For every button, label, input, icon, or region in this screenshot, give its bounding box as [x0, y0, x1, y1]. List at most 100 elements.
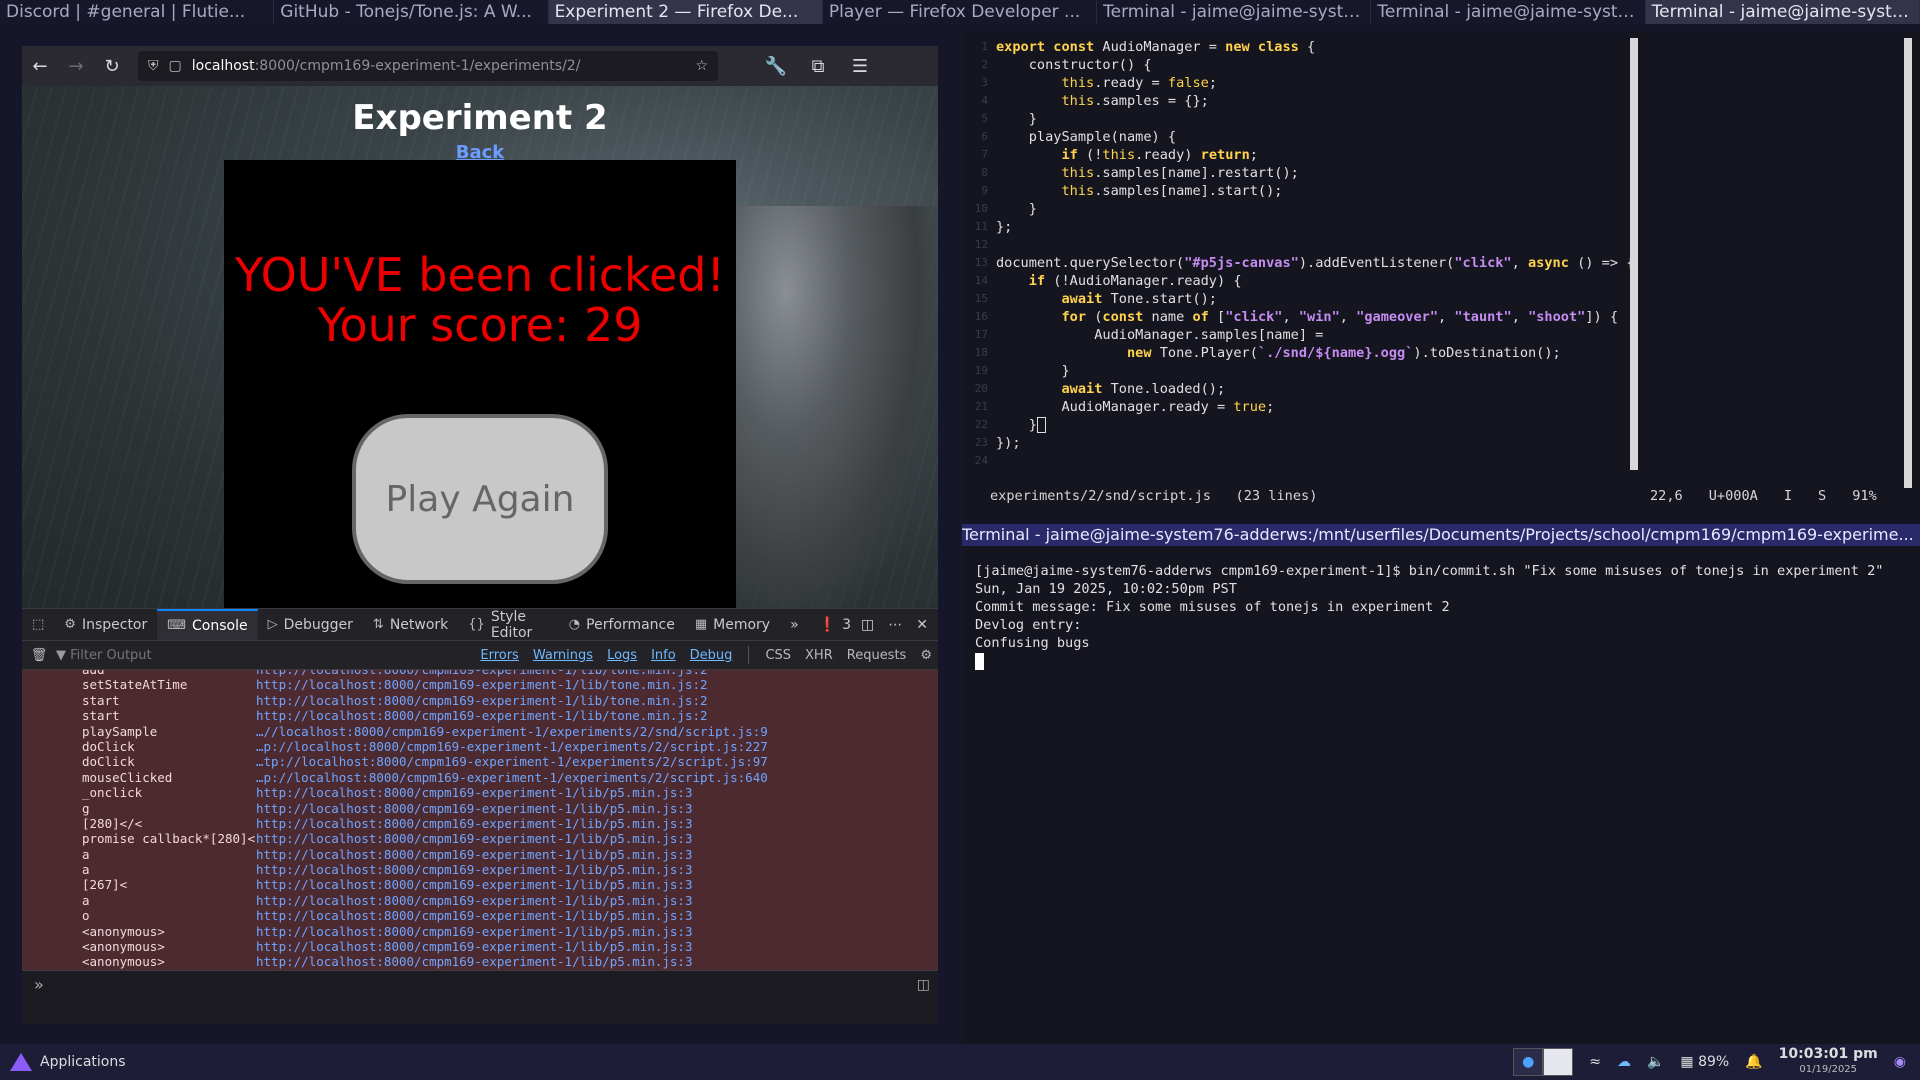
trace-location-link[interactable]: http://localhost:8000/cmpm169-experiment…: [256, 939, 693, 954]
trace-location-link[interactable]: …//localhost:8000/cmpm169-experiment-1/e…: [256, 724, 768, 739]
window-tab-terminal-3[interactable]: Terminal - jaime@jaime-system76-ad...: [1645, 0, 1920, 24]
more-options-icon[interactable]: ⋯: [888, 617, 902, 633]
window-tab-github[interactable]: GitHub - Tonejs/Tone.js: A W...: [274, 0, 549, 24]
update-icon[interactable]: ☁: [1617, 1054, 1631, 1070]
filter-xhr-button[interactable]: XHR: [799, 646, 839, 665]
tab-inspector-label: Inspector: [81, 616, 148, 633]
code-line: 10 }: [962, 200, 1920, 218]
trace-location-link[interactable]: http://localhost:8000/cmpm169-experiment…: [256, 785, 693, 800]
code-editor[interactable]: 1 export const AudioManager = new class {…: [962, 32, 1920, 470]
trace-location-link[interactable]: http://localhost:8000/cmpm169-experiment…: [256, 862, 693, 877]
filter-info-button[interactable]: Info: [645, 646, 682, 665]
terminal-title-bar[interactable]: Terminal - jaime@jaime-system76-adderws:…: [962, 524, 1920, 546]
trace-function: <anonymous>: [82, 923, 165, 939]
back-arrow-icon[interactable]: ←: [22, 50, 58, 82]
trace-location-link[interactable]: http://localhost:8000/cmpm169-experiment…: [256, 847, 693, 862]
filter-css-button[interactable]: CSS: [759, 646, 797, 665]
element-picker-icon[interactable]: ⬚: [22, 609, 54, 641]
trace-location-link[interactable]: http://localhost:8000/cmpm169-experiment…: [256, 693, 708, 708]
window-tab-experiment[interactable]: Experiment 2 — Firefox De...: [548, 0, 823, 24]
trace-location-link[interactable]: http://localhost:8000/cmpm169-experiment…: [256, 801, 693, 816]
user-icon[interactable]: ◉: [1894, 1054, 1906, 1070]
filter-errors-button[interactable]: Errors: [474, 646, 524, 665]
tab-network[interactable]: ⇅ Network: [363, 609, 458, 641]
filter-debug-button[interactable]: Debug: [684, 646, 739, 665]
clock[interactable]: 10:03:01 pm 01/19/2025: [1779, 1046, 1878, 1078]
editor-mode-icon[interactable]: ◫: [917, 977, 930, 993]
bookmark-star-icon[interactable]: ☆: [695, 58, 708, 74]
dock-side-icon[interactable]: ◫: [861, 617, 874, 633]
terminal-shell[interactable]: [jaime@jaime-system76-adderws cmpm169-ex…: [962, 546, 1920, 1046]
console-settings-icon[interactable]: ⚙: [914, 646, 938, 665]
url-bar[interactable]: ⛨ ▢ localhost :8000/cmpm169-experiment-1…: [138, 51, 718, 81]
more-tabs-icon[interactable]: »: [780, 609, 809, 641]
window-tab-discord[interactable]: Discord | #general | Flutie...: [0, 0, 275, 24]
line-number: 13: [974, 256, 988, 269]
trace-location-link[interactable]: …p://localhost:8000/cmpm169-experiment-1…: [256, 770, 768, 785]
filter-output-input[interactable]: [70, 647, 471, 663]
forward-arrow-icon[interactable]: →: [58, 50, 94, 82]
reload-icon[interactable]: ↻: [94, 50, 130, 82]
terminal-line: Sun, Jan 19 2025, 10:02:50pm PST: [975, 581, 1237, 597]
filter-logs-button[interactable]: Logs: [601, 646, 643, 665]
filter-warnings-button[interactable]: Warnings: [527, 646, 599, 665]
trace-row: [280]</< http://localhost:8000/cmpm169-ex…: [22, 816, 938, 831]
window-tab-terminal-1[interactable]: Terminal - jaime@jaime-system76-ad...: [1097, 0, 1372, 24]
trace-location-link[interactable]: http://localhost:8000/cmpm169-experiment…: [256, 816, 693, 831]
window-tab-player[interactable]: Player — Firefox Developer ...: [823, 0, 1098, 24]
trace-location-link[interactable]: …tp://localhost:8000/cmpm169-experiment-…: [256, 754, 768, 769]
trace-location-link[interactable]: http://localhost:8000/cmpm169-experiment…: [256, 677, 708, 692]
code-text: this.samples[name].start();: [1061, 183, 1283, 199]
trace-row: doClick …p://localhost:8000/cmpm169-exper…: [22, 739, 938, 754]
trace-location-link[interactable]: http://localhost:8000/cmpm169-experiment…: [256, 831, 693, 846]
line-number: 5: [981, 112, 988, 125]
tab-style-editor[interactable]: {} Style Editor: [458, 609, 559, 641]
line-number: 24: [974, 454, 988, 467]
trash-icon[interactable]: 🗑: [22, 648, 56, 663]
applications-menu-button[interactable]: Applications: [0, 1053, 126, 1071]
code-text: if (!this.ready) return;: [1061, 147, 1258, 163]
console-input[interactable]: » ◫: [22, 970, 938, 1020]
scrollbar[interactable]: [1630, 38, 1638, 470]
line-number: 17: [974, 328, 988, 341]
tab-console-label: Console: [192, 617, 248, 634]
workspace-1[interactable]: ●: [1513, 1048, 1544, 1076]
wifi-icon[interactable]: ≈: [1589, 1054, 1601, 1070]
error-icon: ❗: [818, 616, 837, 633]
p5js-canvas[interactable]: YOU'VE been clicked! Your score: 29 Play…: [224, 160, 736, 608]
volume-icon[interactable]: 🔈: [1647, 1054, 1664, 1070]
tab-debugger[interactable]: ▷ Debugger: [258, 609, 363, 641]
trace-location-link[interactable]: …p://localhost:8000/cmpm169-experiment-1…: [256, 739, 768, 754]
error-indicator[interactable]: ❗ 3: [809, 609, 861, 641]
wrench-icon[interactable]: 🔧: [758, 50, 794, 82]
code-text: export const AudioManager = new class {: [996, 39, 1316, 55]
trace-function: <anonymous>: [82, 954, 165, 970]
trace-location-link[interactable]: http://localhost:8000/cmpm169-experiment…: [256, 893, 693, 908]
editor-terminal[interactable]: 1 export const AudioManager = new class {…: [962, 32, 1920, 522]
extensions-icon[interactable]: ⧉: [800, 50, 836, 82]
trace-location-link[interactable]: http://localhost:8000/cmpm169-experiment…: [256, 954, 693, 969]
tab-inspector[interactable]: ⚙ Inspector: [54, 609, 157, 641]
tab-memory[interactable]: ▦ Memory: [685, 609, 780, 641]
menu-icon[interactable]: ☰: [842, 50, 878, 82]
tab-console[interactable]: ⌨ Console: [157, 608, 258, 641]
filter-requests-button[interactable]: Requests: [841, 646, 913, 665]
trace-location-link[interactable]: http://localhost:8000/cmpm169-experiment…: [256, 670, 708, 677]
play-again-button[interactable]: Play Again: [352, 414, 608, 584]
trace-location-link[interactable]: http://localhost:8000/cmpm169-experiment…: [256, 924, 693, 939]
window-tab-terminal-2[interactable]: Terminal - jaime@jaime-system76-ad...: [1371, 0, 1646, 24]
close-icon[interactable]: ✕: [916, 617, 928, 633]
trace-function: [280]</<: [82, 815, 143, 831]
line-number: 3: [981, 76, 988, 89]
notification-bell-icon[interactable]: 🔔: [1745, 1054, 1762, 1070]
tab-performance[interactable]: ◔ Performance: [559, 609, 685, 641]
trace-location-link[interactable]: http://localhost:8000/cmpm169-experiment…: [256, 877, 693, 892]
trace-location-link[interactable]: http://localhost:8000/cmpm169-experiment…: [256, 908, 693, 923]
trace-location-link[interactable]: http://localhost:8000/cmpm169-experiment…: [256, 708, 708, 723]
terminal-scrollbar[interactable]: [1904, 38, 1912, 488]
trace-function: o: [82, 908, 90, 924]
battery-indicator[interactable]: ▦ 89%: [1680, 1054, 1729, 1070]
line-number: 2: [981, 58, 988, 71]
trace-row: <anonymous> http://localhost:8000/cmpm169…: [22, 939, 938, 954]
workspace-2[interactable]: [1543, 1048, 1574, 1076]
